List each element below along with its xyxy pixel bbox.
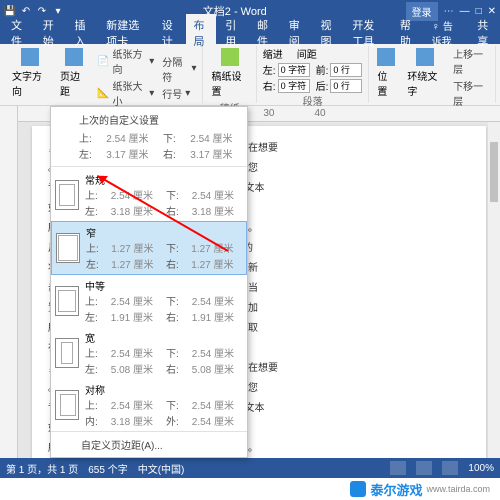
group-arrange: 位置 环绕文字 上移一层 下移一层 选择窗格 排列 <box>369 46 496 103</box>
word-count[interactable]: 655 个字 <box>88 461 127 476</box>
scrollbar-thumb[interactable] <box>490 142 498 202</box>
page-count[interactable]: 第 1 页，共 1 页 <box>6 461 78 476</box>
paper-icon <box>221 48 239 66</box>
zoom-level[interactable]: 100% <box>468 463 494 474</box>
margin-option-moderate[interactable]: 中等 上:2.54 厘米下:2.54 厘米 左:1.91 厘米右:1.91 厘米 <box>51 275 247 327</box>
orientation-button[interactable]: 📄 纸张方向 ▾ <box>97 46 154 76</box>
margin-moderate-icon <box>55 286 79 316</box>
margin-option-last-custom[interactable]: 上次的自定义设置 上:2.54 厘米下:2.54 厘米 左:3.17 厘米右:3… <box>51 107 247 164</box>
text-direction-icon <box>21 48 39 66</box>
margins-dropdown: 上次的自定义设置 上:2.54 厘米下:2.54 厘米 左:3.17 厘米右:3… <box>50 106 248 458</box>
margin-option-normal[interactable]: 常规 上:2.54 厘米下:2.54 厘米 左:3.18 厘米右:3.18 厘米 <box>51 169 247 221</box>
spacing-after-input[interactable]: 后: <box>316 78 363 93</box>
indent-left-input[interactable]: 左: <box>263 62 310 77</box>
size-button[interactable]: 📐 纸张大小 ▾ <box>97 78 154 108</box>
spacing-before-input[interactable]: 前: <box>316 62 363 77</box>
paper-settings-button[interactable]: 稿纸设置 <box>209 46 249 100</box>
print-layout-icon[interactable] <box>416 461 432 475</box>
watermark-brand: 泰尔游戏 <box>370 480 422 499</box>
indent-right-input[interactable]: 右: <box>263 78 310 93</box>
language-indicator[interactable]: 中文(中国) <box>138 461 185 476</box>
group-paper: 稿纸设置 稿纸 <box>203 46 256 103</box>
wrap-icon <box>416 48 434 66</box>
margin-option-narrow[interactable]: 窄 上:1.27 厘米下:1.27 厘米 左:1.27 厘米右:1.27 厘米 <box>51 221 247 275</box>
watermark-logo-icon <box>350 481 366 497</box>
margins-icon <box>65 48 83 66</box>
group-paragraph: 缩进间距 左: 前: 右: 后: 段落 <box>257 46 370 103</box>
read-mode-icon[interactable] <box>390 461 406 475</box>
group-page-setup: 文字方向 页边距 📄 纸张方向 ▾ 📐 纸张大小 ▾ ▤ 分栏 ▾ 分隔符 ▾ … <box>4 46 203 103</box>
watermark: 泰尔游戏 www.tairda.com <box>346 478 494 500</box>
status-bar: 第 1 页，共 1 页 655 个字 中文(中国) 100% <box>0 458 500 478</box>
watermark-url: www.tairda.com <box>426 484 490 494</box>
margin-wide-icon <box>55 338 79 368</box>
custom-margins-button[interactable]: 自定义页边距(A)... <box>51 431 247 457</box>
margin-normal-icon <box>55 180 79 210</box>
ribbon: 文字方向 页边距 📄 纸张方向 ▾ 📐 纸张大小 ▾ ▤ 分栏 ▾ 分隔符 ▾ … <box>0 44 500 106</box>
breaks-button[interactable]: 分隔符 ▾ <box>162 54 196 84</box>
margin-option-wide[interactable]: 宽 上:2.54 厘米下:2.54 厘米 左:5.08 厘米右:5.08 厘米 <box>51 327 247 379</box>
bring-forward-button[interactable]: 上移一层 <box>453 46 489 76</box>
margin-option-mirrored[interactable]: 对称 上:2.54 厘米下:2.54 厘米 内:3.18 厘米外:2.54 厘米 <box>51 379 247 431</box>
margin-mirror-icon <box>55 390 79 420</box>
web-layout-icon[interactable] <box>442 461 458 475</box>
vertical-scrollbar[interactable] <box>488 122 500 474</box>
send-backward-button[interactable]: 下移一层 <box>453 78 489 108</box>
ribbon-tabs: 文件 开始 插入 新建选项卡 设计 布局 引用 邮件 审阅 视图 开发工具 帮助… <box>0 22 500 44</box>
margin-narrow-icon <box>56 233 80 263</box>
position-icon <box>377 48 395 66</box>
vertical-ruler[interactable] <box>0 106 18 476</box>
line-numbers-button[interactable]: 行号 ▾ <box>162 86 196 101</box>
